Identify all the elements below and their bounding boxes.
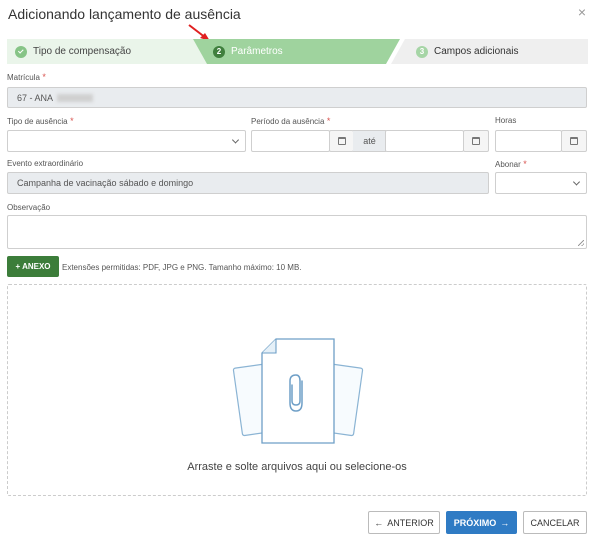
tipo-ausencia-select[interactable] bbox=[7, 130, 246, 152]
file-paperclip-icon bbox=[232, 338, 364, 444]
extensions-info: Extensões permitidas: PDF, JPG e PNG. Ta… bbox=[62, 263, 302, 272]
arrow-right-icon: → bbox=[500, 517, 510, 528]
chevron-down-icon bbox=[231, 136, 240, 144]
periodo-end-input[interactable] bbox=[385, 130, 464, 152]
check-icon bbox=[15, 45, 27, 58]
calendar-icon[interactable] bbox=[463, 130, 489, 152]
previous-button[interactable]: ← ANTERIOR bbox=[368, 511, 440, 534]
evento-field: Campanha de vacinação sábado e domingo bbox=[7, 172, 489, 194]
step-parametros[interactable]: 2 Parâmetros bbox=[193, 39, 400, 64]
abonar-select[interactable] bbox=[495, 172, 587, 194]
step-label: Tipo de compensação bbox=[33, 46, 132, 57]
redacted-name bbox=[57, 93, 94, 102]
matricula-field: 67 - ANA bbox=[7, 87, 587, 108]
horas-label: Horas bbox=[495, 116, 517, 125]
step-tipo-compensacao[interactable]: Tipo de compensação bbox=[7, 39, 207, 64]
observacao-label: Observação bbox=[7, 203, 51, 212]
dialog-title: Adicionando lançamento de ausência bbox=[8, 6, 241, 22]
periodo-label: Período da ausência * bbox=[251, 116, 331, 126]
close-icon[interactable]: × bbox=[578, 5, 586, 19]
resize-handle-icon[interactable] bbox=[578, 240, 584, 246]
tipo-ausencia-label: Tipo de ausência * bbox=[7, 116, 74, 126]
add-attachment-button[interactable]: + ANEXO bbox=[7, 256, 59, 277]
next-button[interactable]: PRÓXIMO → bbox=[446, 511, 517, 534]
periodo-separator: até bbox=[353, 130, 386, 152]
evento-value: Campanha de vacinação sábado e domingo bbox=[17, 178, 194, 188]
step-number: 2 bbox=[213, 45, 225, 58]
periodo-start-input[interactable] bbox=[251, 130, 330, 152]
arrow-left-icon: ← bbox=[374, 517, 384, 528]
calendar-icon[interactable] bbox=[561, 130, 587, 152]
calendar-icon[interactable] bbox=[329, 130, 354, 152]
step-label: Campos adicionais bbox=[434, 46, 519, 57]
matricula-label: Matrícula * bbox=[7, 72, 46, 82]
cancel-button[interactable]: CANCELAR bbox=[523, 511, 587, 534]
wizard-steps: Tipo de compensação 2 Parâmetros 3 Campo… bbox=[7, 39, 588, 64]
file-dropzone[interactable]: Arraste e solte arquivos aqui ou selecio… bbox=[7, 284, 587, 496]
evento-label: Evento extraordinário bbox=[7, 159, 84, 168]
chevron-down-icon bbox=[572, 178, 581, 186]
matricula-value: 67 - ANA bbox=[17, 92, 54, 103]
horas-input[interactable] bbox=[495, 130, 562, 152]
step-label: Parâmetros bbox=[231, 46, 283, 57]
step-campos-adicionais[interactable]: 3 Campos adicionais bbox=[391, 39, 588, 64]
abonar-label: Abonar * bbox=[495, 159, 527, 169]
dropzone-text: Arraste e solte arquivos aqui ou selecio… bbox=[187, 461, 407, 473]
step-number: 3 bbox=[416, 45, 428, 58]
observacao-textarea[interactable] bbox=[7, 215, 587, 249]
